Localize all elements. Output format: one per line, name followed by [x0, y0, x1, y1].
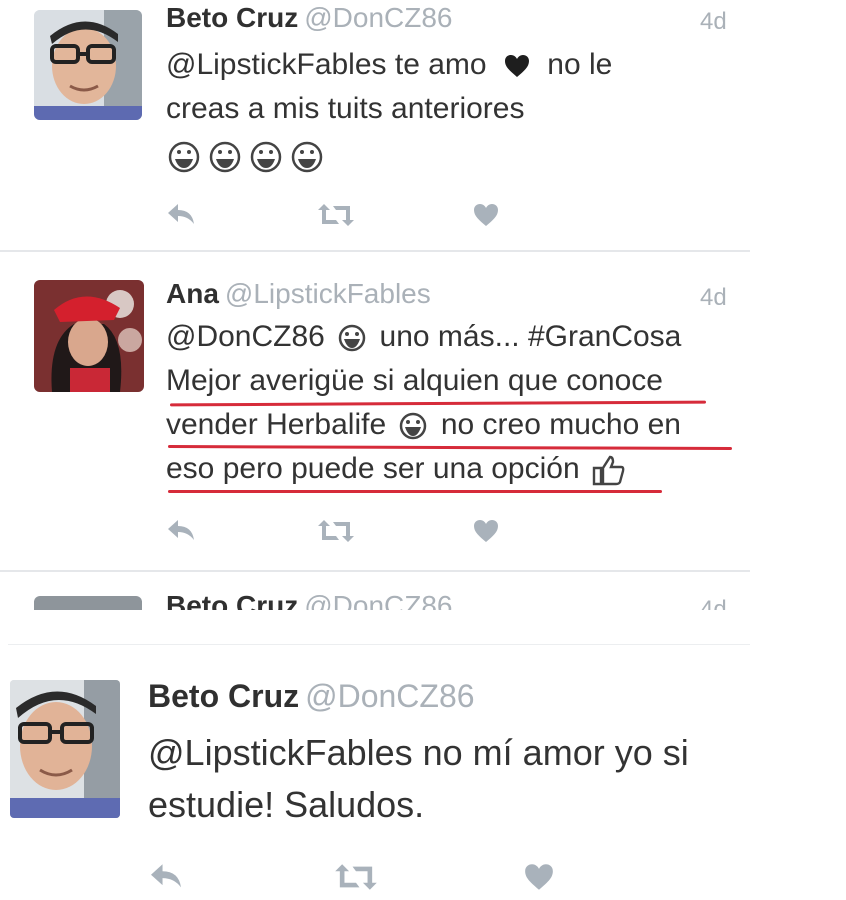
- text-part: no creo mucho en: [440, 408, 681, 441]
- divider: [8, 644, 750, 645]
- tweet-text-line: @LipstickFables te amo no le: [166, 48, 612, 82]
- author-name[interactable]: Ana: [166, 278, 219, 309]
- tweet-3-cropped: Beto Cruz @DonCZ86 4d: [0, 572, 846, 610]
- avatar[interactable]: [10, 680, 120, 818]
- heart-emoji: [503, 53, 531, 79]
- tweet-text-line: @LipstickFables no mí amor yo si: [148, 732, 689, 773]
- tweet-header: Beto Cruz @DonCZ86: [166, 590, 453, 610]
- reply-icon[interactable]: [148, 862, 184, 892]
- author-handle[interactable]: @DonCZ86: [305, 678, 474, 714]
- author-handle[interactable]: @DonCZ86: [304, 590, 452, 610]
- avatar[interactable]: [34, 10, 142, 120]
- tweet-header: Beto Cruz @DonCZ86: [166, 2, 453, 34]
- avatar-image: [34, 10, 142, 120]
- author-name[interactable]: Beto Cruz: [148, 678, 299, 714]
- text-part: no le: [547, 48, 613, 81]
- timestamp[interactable]: 4d: [700, 284, 727, 312]
- emoji-row: [166, 140, 336, 174]
- tweet-text-line: @DonCZ86 uno más... #GranCosa: [166, 320, 681, 354]
- author-handle[interactable]: @DonCZ86: [304, 2, 452, 33]
- red-underline: [167, 445, 733, 450]
- author-handle[interactable]: @LipstickFables: [225, 278, 431, 309]
- author-name[interactable]: Beto Cruz: [166, 590, 298, 610]
- timestamp[interactable]: 4d: [700, 8, 727, 36]
- tweet-1: Beto Cruz @DonCZ86 4d @LipstickFables te …: [0, 0, 846, 250]
- tweet-text-line: vender Herbalife no creo mucho en: [166, 408, 681, 442]
- avatar-image: [34, 280, 144, 392]
- avatar-image: [10, 680, 120, 818]
- tweet-text-line: eso pero puede ser una opción: [166, 452, 626, 486]
- text-part: eso pero puede ser una opción: [166, 452, 580, 485]
- tweet-header: Ana @LipstickFables: [166, 278, 431, 310]
- text-part: @LipstickFables te amo: [166, 48, 487, 81]
- like-icon[interactable]: [472, 518, 500, 544]
- tweet-actions: [166, 200, 526, 230]
- tweet-4: Beto Cruz @DonCZ86 @LipstickFables no mí …: [0, 660, 846, 900]
- tweet-text-line: creas a mis tuits anteriores: [166, 92, 525, 125]
- tweet-text-line: Mejor averigüe si alquien que conoce: [166, 364, 663, 397]
- like-icon[interactable]: [472, 202, 500, 228]
- tweet-header: Beto Cruz @DonCZ86: [148, 678, 475, 715]
- like-icon[interactable]: [522, 862, 556, 892]
- reply-icon[interactable]: [166, 518, 196, 544]
- tweet-2: Ana @LipstickFables 4d @DonCZ86 uno más..…: [0, 252, 846, 570]
- red-underline: [168, 490, 662, 493]
- grin-emoji: [398, 411, 428, 441]
- text-part: vender Herbalife: [166, 408, 387, 441]
- author-name[interactable]: Beto Cruz: [166, 2, 298, 33]
- avatar[interactable]: [34, 596, 142, 610]
- tweet-actions: [148, 860, 568, 894]
- tweet-text-line: estudie! Saludos.: [148, 784, 425, 825]
- retweet-icon[interactable]: [318, 202, 354, 228]
- timestamp[interactable]: 4d: [700, 596, 727, 610]
- tweet-actions: [166, 516, 526, 546]
- avatar[interactable]: [34, 280, 144, 392]
- retweet-icon[interactable]: [318, 518, 354, 544]
- grin-emoji: [337, 323, 367, 353]
- text-part[interactable]: @DonCZ86: [166, 320, 325, 353]
- reply-icon[interactable]: [166, 202, 196, 228]
- grin-emoji: [168, 141, 323, 173]
- text-part: uno más... #GranCosa: [379, 320, 682, 353]
- red-underline: [169, 400, 707, 407]
- thumbs-up-emoji: [592, 454, 626, 486]
- retweet-icon[interactable]: [334, 862, 378, 892]
